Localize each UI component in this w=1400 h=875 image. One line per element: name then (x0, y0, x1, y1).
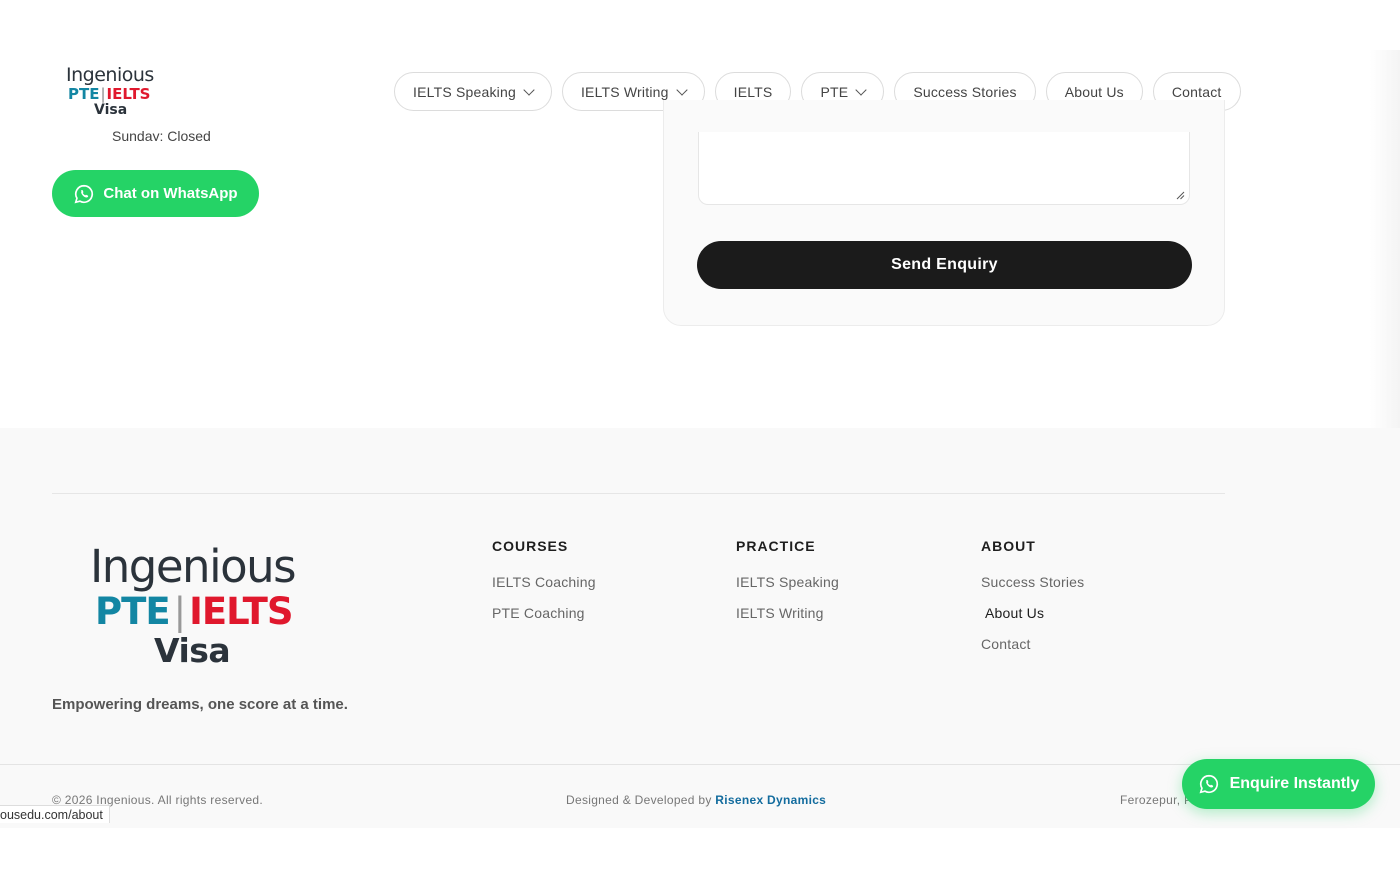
chevron-down-icon (675, 83, 688, 96)
page-edge-shadow (1370, 50, 1400, 430)
footer-tagline: Empowering dreams, one score at a time. (52, 696, 348, 713)
footer-link-ielts-speaking[interactable]: IELTS Speaking (736, 574, 839, 590)
nav-label: Success Stories (913, 83, 1017, 100)
whatsapp-icon (1199, 774, 1218, 794)
chevron-down-icon (523, 83, 535, 96)
nav-label: IELTS (733, 83, 773, 100)
footer-logo[interactable]: Ingenious PTE | IELTS Visa (90, 544, 330, 667)
logo-word-ingenious: Ingenious (66, 64, 154, 86)
footer-link-ielts-writing[interactable]: IELTS Writing (736, 605, 839, 621)
footer-column-about: ABOUT Success Stories About Us Contact (981, 538, 1084, 667)
developer-credit: Designed & Developed by Risenex Dynamics (566, 793, 826, 807)
logo-word-pte-ielts: PTE|IELTS (95, 590, 294, 633)
send-enquiry-button[interactable]: Send Enquiry (697, 241, 1192, 289)
logo-word-visa: Visa (94, 102, 128, 118)
hours-sunday: Sunday: Closed (112, 128, 211, 141)
footer-divider (52, 493, 1225, 494)
message-textarea[interactable] (698, 132, 1190, 205)
footer-heading-practice: PRACTICE (736, 538, 816, 554)
nav-label: PTE (820, 83, 849, 100)
logo-word-visa: Visa (154, 631, 231, 670)
whatsapp-icon (74, 184, 94, 203)
footer-column-courses: COURSES IELTS Coaching PTE Coaching (492, 538, 596, 636)
footer-link-success-stories[interactable]: Success Stories (981, 574, 1084, 590)
nav-label: IELTS Speaking (413, 83, 516, 100)
whatsapp-label: Chat on WhatsApp (103, 185, 238, 202)
footer-link-about-us[interactable]: About Us (981, 605, 1084, 621)
footer-heading-courses: COURSES (492, 538, 569, 554)
whatsapp-chat-button[interactable]: Chat on WhatsApp (52, 170, 259, 217)
logo-word-pte-ielts: PTE|IELTS (68, 85, 151, 103)
credit-prefix: Designed & Developed by (566, 793, 712, 807)
footer-link-ielts-coaching[interactable]: IELTS Coaching (492, 574, 596, 590)
enquire-instantly-button[interactable]: Enquire Instantly (1182, 759, 1375, 809)
footer-link-pte-coaching[interactable]: PTE Coaching (492, 605, 596, 621)
credit-link[interactable]: Risenex Dynamics (715, 793, 826, 807)
header-logo[interactable]: Ingenious PTE|IELTS Visa (66, 64, 166, 118)
nav-ielts-speaking[interactable]: IELTS Speaking (394, 72, 552, 111)
resize-grip-icon[interactable] (1175, 190, 1185, 200)
nav-label: IELTS Writing (580, 83, 669, 100)
footer-link-contact[interactable]: Contact (981, 636, 1084, 652)
nav-label: Contact (1171, 83, 1222, 100)
footer-column-practice: PRACTICE IELTS Speaking IELTS Writing (736, 538, 839, 636)
browser-status-url: ousedu.com/about (0, 805, 110, 823)
enquire-label: Enquire Instantly (1229, 775, 1360, 792)
chevron-down-icon (855, 83, 867, 96)
footer-heading-about: ABOUT (981, 538, 1036, 554)
footer-location: Ferozepur, P (1120, 793, 1193, 807)
nav-label: About Us (1064, 83, 1124, 100)
logo-word-ingenious: Ingenious (90, 540, 297, 593)
